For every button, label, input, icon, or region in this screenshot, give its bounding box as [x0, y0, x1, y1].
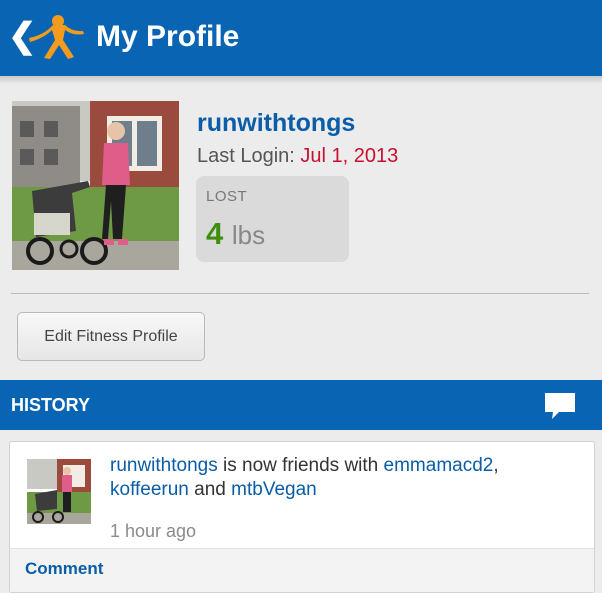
lost-label: LOST	[206, 188, 248, 205]
history-item-text: runwithtongs is now friends with emmamac…	[110, 455, 499, 500]
section-divider	[11, 293, 589, 294]
edit-fitness-profile-button[interactable]: Edit Fitness Profile	[17, 312, 205, 361]
lost-value: 4 lbs	[206, 216, 265, 253]
actor-link[interactable]: runwithtongs	[110, 455, 218, 476]
history-item-connector: and	[194, 479, 226, 500]
history-item-avatar[interactable]	[27, 459, 91, 524]
history-item-time: 1 hour ago	[110, 521, 197, 541]
friend-link[interactable]: koffeerun	[110, 479, 189, 500]
figure-logo-icon[interactable]	[26, 12, 88, 62]
history-item: runwithtongs is now friends with emmamac…	[9, 441, 595, 593]
history-title: HISTORY	[11, 395, 91, 415]
message-bubble-icon[interactable]	[543, 391, 577, 421]
history-item-verb: is now friends with	[223, 455, 379, 476]
friend-link[interactable]: emmamacd2	[384, 455, 494, 476]
profile-username: runwithtongs	[197, 109, 356, 137]
lost-unit: lbs	[231, 220, 266, 250]
header-bar: ❮ My Profile	[0, 0, 602, 76]
history-header: HISTORY	[0, 380, 602, 430]
lost-number: 4	[206, 216, 224, 251]
last-login: Last Login: Jul 1, 2013	[197, 143, 398, 169]
page-title: My Profile	[96, 20, 240, 53]
profile-photo[interactable]	[12, 101, 179, 270]
friend-link[interactable]: mtbVegan	[231, 479, 317, 500]
last-login-date: Jul 1, 2013	[300, 145, 399, 167]
comment-row: Comment	[10, 549, 594, 592]
comment-button[interactable]: Comment	[25, 559, 103, 579]
last-login-label: Last Login:	[197, 145, 295, 167]
header-shadow	[0, 76, 602, 84]
weight-lost-card: LOST 4 lbs	[196, 176, 349, 262]
